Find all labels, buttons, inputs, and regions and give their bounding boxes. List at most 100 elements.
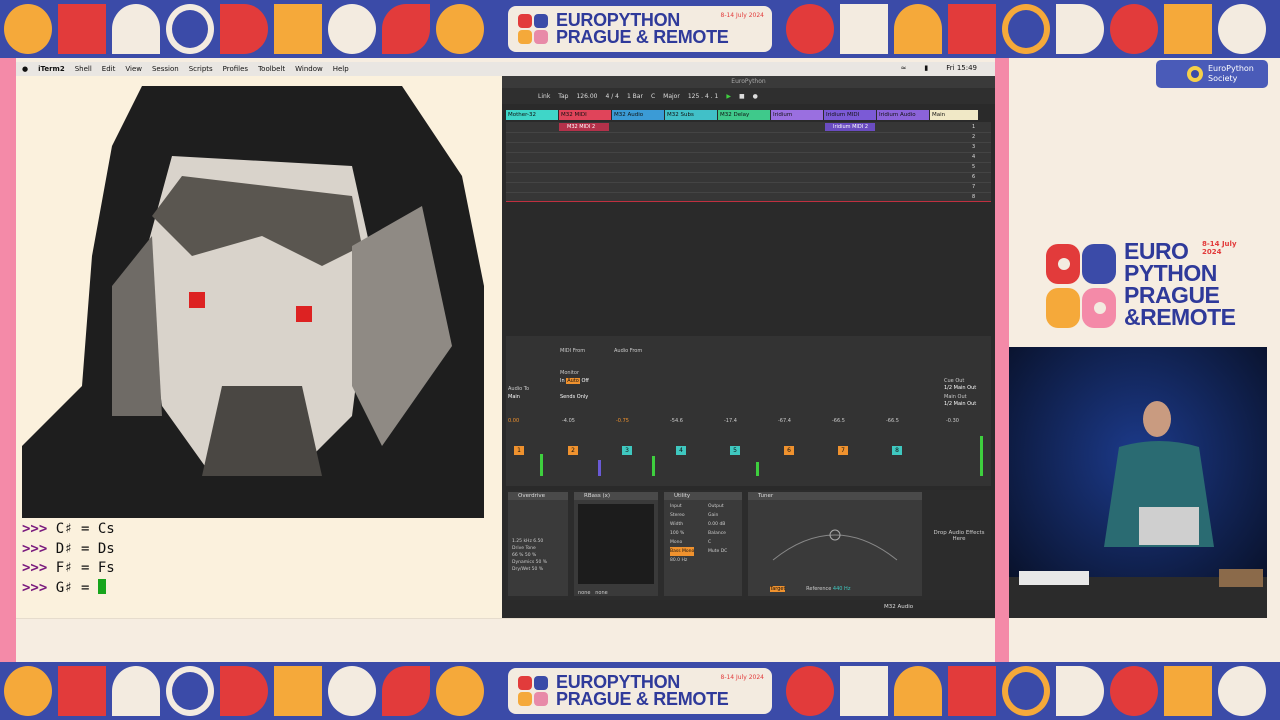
monitor-switch[interactable]: In Auto Off — [560, 378, 589, 384]
channel-volume[interactable]: -54.6 — [670, 418, 683, 424]
track-activator[interactable]: 3 — [622, 446, 632, 455]
param-width[interactable]: 6.50 — [533, 539, 543, 544]
tempo-field[interactable]: 126.00 — [576, 93, 597, 100]
menu-toolbelt[interactable]: Toolbelt — [258, 65, 285, 73]
sends-only-select[interactable]: Sends Only — [560, 394, 588, 400]
scene-label[interactable]: 3 — [972, 142, 975, 152]
track-activator[interactable]: 4 — [676, 446, 686, 455]
scale-select[interactable]: Major — [663, 93, 680, 100]
track-activator[interactable]: 1 — [514, 446, 524, 455]
menu-shell[interactable]: Shell — [75, 65, 92, 73]
play-icon[interactable]: ▶ — [726, 93, 731, 100]
menu-edit[interactable]: Edit — [102, 65, 116, 73]
song-position[interactable]: 125 . 4 . 1 — [688, 93, 719, 100]
scene-label[interactable]: 4 — [972, 152, 975, 162]
clip-slot[interactable]: Iridium MIDI 2 — [825, 123, 875, 131]
param-stereo[interactable]: Stereo — [670, 511, 694, 520]
menu-help[interactable]: Help — [333, 65, 349, 73]
scene-label[interactable]: 1 — [972, 122, 975, 132]
menubar-clock[interactable]: Fri 15:49 — [946, 64, 977, 72]
cue-out-select[interactable]: 1/2 Main Out — [944, 385, 976, 391]
menu-scripts[interactable]: Scripts — [189, 65, 213, 73]
menu-window[interactable]: Window — [295, 65, 323, 73]
ableton-live-window[interactable]: EuroPython Link Tap 126.00 4 / 4 1 Bar C… — [502, 76, 995, 618]
scene-label[interactable]: 6 — [972, 172, 975, 182]
tap-button[interactable]: Tap — [558, 93, 568, 100]
pattern-ring — [166, 666, 214, 716]
param-mute[interactable]: Mute — [708, 549, 719, 554]
param-balance[interactable]: C — [708, 538, 727, 547]
channel-volume[interactable]: -17.4 — [724, 418, 737, 424]
param-mono[interactable]: Mono — [670, 538, 694, 547]
param-drive[interactable]: 66 % — [512, 553, 523, 558]
param-freq[interactable]: 1.25 kHz — [512, 539, 532, 544]
wifi-icon[interactable]: ≈ — [901, 64, 907, 72]
track-header[interactable]: Main — [930, 110, 978, 120]
track-header[interactable]: M32 Audio — [612, 110, 664, 120]
track-activator[interactable]: 6 — [784, 446, 794, 455]
track-header[interactable]: Iridium MIDI — [824, 110, 876, 120]
channel-volume[interactable]: 0.00 — [508, 418, 519, 424]
apple-icon[interactable]: ● — [22, 65, 28, 73]
record-icon[interactable]: ● — [753, 93, 758, 100]
scene-label[interactable]: 2 — [972, 132, 975, 142]
stop-icon[interactable]: ■ — [739, 93, 745, 100]
param-tone[interactable]: 50 % — [525, 553, 536, 558]
param-drywet[interactable]: 50 % — [532, 567, 543, 572]
monitor-off[interactable]: Off — [581, 378, 588, 384]
track-header[interactable]: Iridium Audio — [877, 110, 929, 120]
scene-label[interactable]: 8 — [972, 192, 975, 202]
python-repl[interactable]: >>> C♯ = Cs >>> D♯ = Ds >>> F♯ = Fs >>> … — [22, 520, 115, 598]
audio-to-select[interactable]: Main — [508, 394, 520, 400]
param-width[interactable]: 100 % — [670, 529, 694, 538]
device-rbass[interactable]: RBass (x) none none — [574, 492, 658, 596]
tuner-target[interactable]: Target — [770, 586, 786, 592]
clip-slot[interactable]: M32 MIDI 2 — [559, 123, 609, 131]
track-header[interactable]: M32 MIDI — [559, 110, 611, 120]
device-overdrive[interactable]: Overdrive 1.25 kHz 6.50 Drive Tone 66 % … — [508, 492, 568, 596]
channel-volume[interactable]: -67.4 — [778, 418, 791, 424]
track-activator[interactable]: 5 — [730, 446, 740, 455]
device-utility[interactable]: Utility Input Stereo Width 100 % Mono Ba… — [664, 492, 742, 596]
track-header[interactable]: Iridium — [771, 110, 823, 120]
link-button[interactable]: Link — [538, 93, 550, 100]
menu-app-name[interactable]: iTerm2 — [38, 65, 65, 73]
device-tuner[interactable]: Tuner Target Reference 440 Hz — [748, 492, 922, 596]
time-signature[interactable]: 4 / 4 — [605, 93, 618, 100]
iterm-terminal[interactable]: >>> C♯ = Cs >>> D♯ = Ds >>> F♯ = Fs >>> … — [16, 76, 502, 618]
scene-label[interactable]: 7 — [972, 182, 975, 192]
channel-volume[interactable]: -66.5 — [832, 418, 845, 424]
master-volume[interactable]: -0.30 — [946, 418, 959, 424]
param-dynamics[interactable]: 50 % — [536, 560, 547, 565]
param-dc[interactable]: DC — [721, 549, 728, 554]
scene-list[interactable]: 1 2 3 4 5 6 7 8 — [972, 122, 975, 202]
channel-volume[interactable]: -66.5 — [886, 418, 899, 424]
channel-volume[interactable]: -4.05 — [562, 418, 575, 424]
track-activator[interactable]: 7 — [838, 446, 848, 455]
param-select[interactable]: none — [595, 590, 607, 596]
param-select[interactable]: none — [578, 590, 590, 596]
session-clip-grid[interactable]: M32 MIDI 2 Iridium MIDI 2 1 2 3 4 5 6 7 … — [506, 122, 991, 202]
scene-label[interactable]: 5 — [972, 162, 975, 172]
main-out-select[interactable]: 1/2 Main Out — [944, 401, 976, 407]
quantize-select[interactable]: 1 Bar — [627, 93, 643, 100]
track-activator[interactable]: 2 — [568, 446, 578, 455]
menu-view[interactable]: View — [125, 65, 142, 73]
param-bass-freq[interactable]: 80.0 Hz — [670, 556, 694, 565]
channel-volume[interactable]: -0.75 — [616, 418, 629, 424]
track-header[interactable]: M32 Subs — [665, 110, 717, 120]
track-header[interactable]: M32 Delay — [718, 110, 770, 120]
device-params[interactable]: none none — [578, 590, 608, 596]
drop-effects-hint[interactable]: Drop Audio Effects Here — [930, 530, 988, 542]
menu-profiles[interactable]: Profiles — [223, 65, 248, 73]
monitor-in[interactable]: In — [560, 378, 565, 384]
param-bass-mono[interactable]: Bass Mono — [670, 547, 695, 556]
monitor-auto[interactable]: Auto — [566, 378, 580, 384]
battery-icon[interactable]: ▮ — [924, 64, 928, 72]
tuner-reference-value[interactable]: 440 Hz — [833, 586, 851, 592]
key-select[interactable]: C — [651, 93, 655, 100]
track-activator[interactable]: 8 — [892, 446, 902, 455]
param-gain[interactable]: 0.00 dB — [708, 520, 727, 529]
track-header[interactable]: Mother-32 — [506, 110, 558, 120]
menu-session[interactable]: Session — [152, 65, 179, 73]
